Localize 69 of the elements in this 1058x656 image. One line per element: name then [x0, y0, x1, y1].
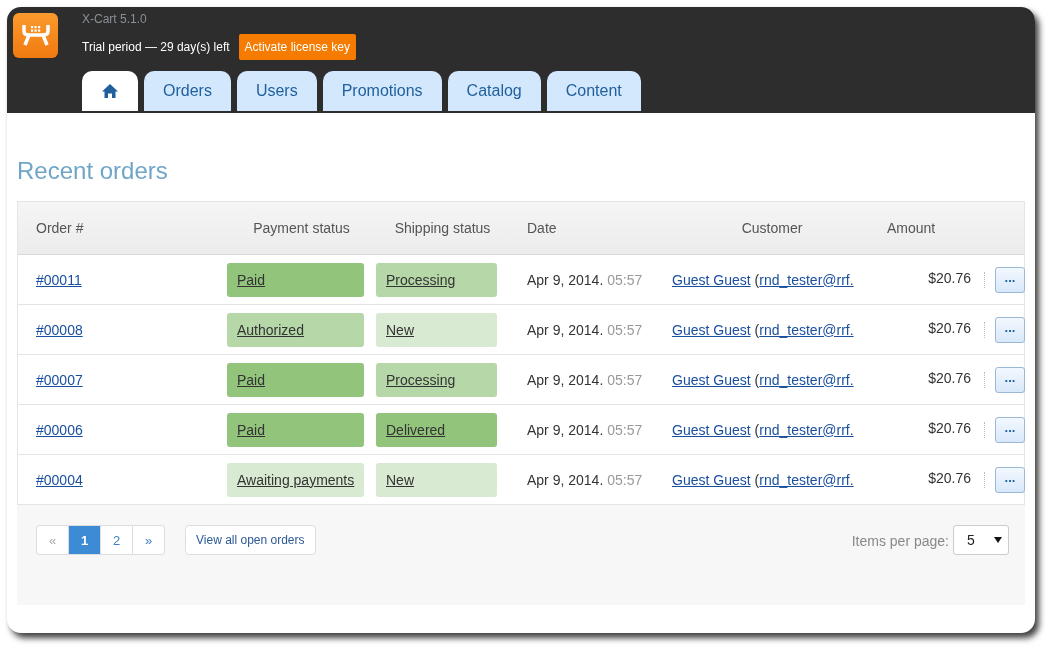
nav-tab[interactable]: Content	[546, 71, 641, 111]
payment-status[interactable]: Authorized	[227, 312, 364, 347]
items-per-page-label: Items per page:	[851, 533, 949, 549]
nav-tab[interactable]: Users	[236, 71, 317, 111]
pagination-button[interactable]: 2	[100, 525, 133, 555]
cart-logo	[13, 13, 58, 58]
order-amount: $20.76	[928, 469, 971, 486]
order-date: Apr 9, 2014. 05:57	[527, 371, 644, 388]
email-link[interactable]: rnd_tester@rrf.	[759, 271, 854, 288]
email-link[interactable]: rnd_tester@rrf.	[759, 321, 854, 338]
order-date: Apr 9, 2014. 05:57	[527, 271, 644, 288]
order-link[interactable]: #00006	[36, 421, 83, 438]
shipping-status[interactable]: Delivered	[376, 412, 497, 447]
caret-icon	[994, 537, 1002, 543]
order-amount: $20.76	[928, 369, 971, 386]
customer-link[interactable]: Guest Guest	[672, 421, 751, 438]
shipping-status[interactable]: Processing	[376, 262, 497, 297]
trial-label: Trial period — 29 day(s) left	[82, 40, 230, 54]
email-link[interactable]: rnd_tester@rrf.	[759, 371, 854, 388]
more-button[interactable]: ...	[995, 466, 1025, 493]
home-tab[interactable]	[82, 71, 138, 111]
home-icon	[101, 83, 119, 99]
column-header: Customer	[741, 220, 803, 236]
payment-status[interactable]: Paid	[227, 412, 364, 447]
payment-status[interactable]: Paid	[227, 262, 364, 297]
payment-status[interactable]: Paid	[227, 362, 364, 397]
order-link[interactable]: #00004	[36, 471, 83, 488]
column-header: Payment status	[253, 220, 350, 236]
email-link[interactable]: rnd_tester@rrf.	[759, 421, 854, 438]
order-date: Apr 9, 2014. 05:57	[527, 421, 644, 438]
nav-tab[interactable]: Orders	[144, 71, 231, 111]
order-amount: $20.76	[928, 419, 971, 436]
email-link[interactable]: rnd_tester@rrf.	[759, 471, 854, 488]
paren-text: (	[754, 271, 760, 288]
page-title: Recent orders	[17, 157, 169, 185]
items-per-page-select[interactable]: 5	[953, 525, 1009, 555]
customer-link[interactable]: Guest Guest	[672, 271, 751, 288]
customer-link[interactable]: Guest Guest	[672, 471, 751, 488]
pagination-button[interactable]: 1	[68, 525, 101, 555]
payment-status[interactable]: Awaiting payments	[227, 462, 364, 497]
customer-link[interactable]: Guest Guest	[672, 371, 751, 388]
order-date: Apr 9, 2014. 05:57	[527, 471, 644, 488]
shipping-status[interactable]: New	[376, 312, 497, 347]
column-header: Date	[527, 220, 558, 236]
paren-text: (	[754, 371, 760, 388]
paren-text: (	[754, 321, 760, 338]
column-header: Shipping status	[394, 220, 491, 236]
shipping-status[interactable]: Processing	[376, 362, 497, 397]
order-amount: $20.76	[928, 319, 971, 336]
nav-tab[interactable]: Catalog	[447, 71, 541, 111]
shipping-status[interactable]: New	[376, 462, 497, 497]
pagination-button[interactable]: »	[132, 525, 165, 555]
more-button[interactable]: ...	[995, 266, 1025, 293]
paren-text: (	[754, 471, 760, 488]
order-link[interactable]: #00011	[36, 271, 82, 288]
customer-link[interactable]: Guest Guest	[672, 321, 751, 338]
order-link[interactable]: #00007	[36, 371, 83, 388]
view-all-orders-button[interactable]: View all open orders	[185, 525, 316, 555]
order-date: Apr 9, 2014. 05:57	[527, 321, 644, 338]
column-header: Order #	[36, 220, 85, 236]
nav-tab[interactable]: Promotions	[322, 71, 442, 111]
order-amount: $20.76	[928, 269, 971, 286]
version-label: X-Cart 5.1.0	[82, 12, 148, 26]
paren-text: (	[754, 421, 760, 438]
column-header: Amount	[887, 220, 937, 236]
order-link[interactable]: #00008	[36, 321, 83, 338]
more-button[interactable]: ...	[995, 316, 1025, 343]
more-button[interactable]: ...	[995, 416, 1025, 443]
more-button[interactable]: ...	[995, 366, 1025, 393]
